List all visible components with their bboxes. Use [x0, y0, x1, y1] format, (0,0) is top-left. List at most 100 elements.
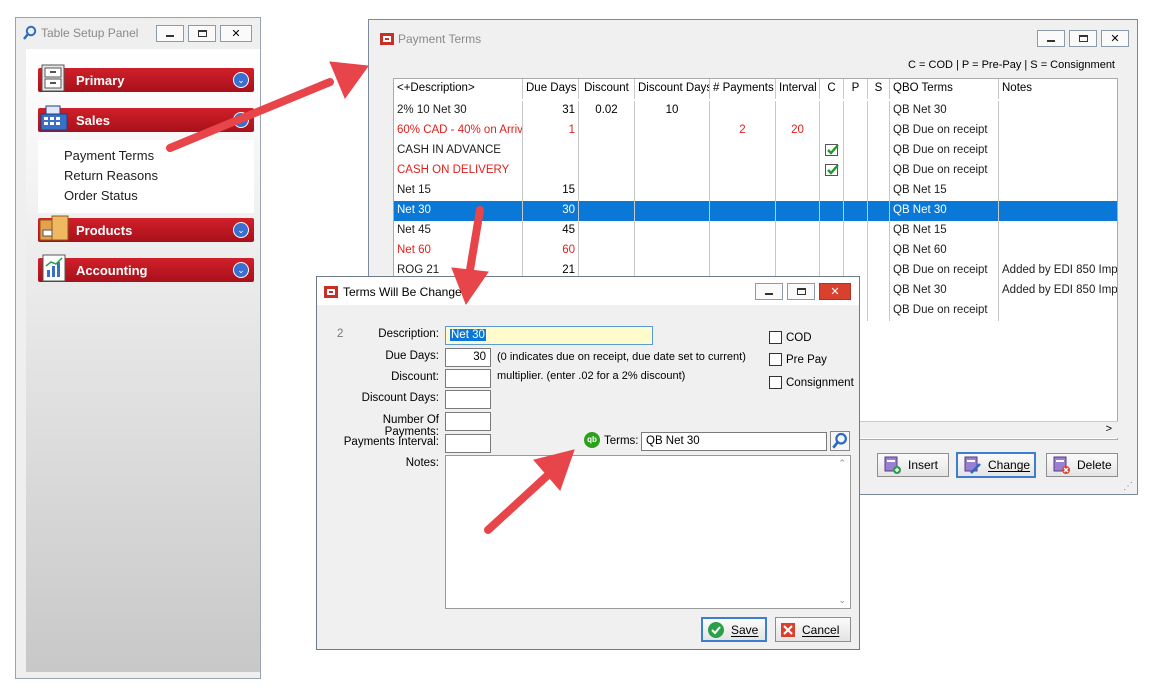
table-cell [999, 181, 1117, 201]
scroll-down-icon[interactable]: ⌄ [838, 595, 846, 606]
table-row[interactable]: 2% 10 Net 30 31 0.02 10 QB Net 30 [394, 101, 1117, 121]
table-cell: QB Net 60 [890, 241, 999, 261]
table-row[interactable]: Net 60 60 QB Net 60 [394, 241, 1117, 261]
table-cell [868, 161, 890, 181]
table-cell: 30 [523, 201, 579, 221]
chevron-down-icon[interactable]: ⌄ [233, 72, 249, 88]
maximize-button[interactable] [787, 283, 815, 300]
sales-item-payment-terms[interactable]: Payment Terms [64, 148, 154, 163]
table-cell [868, 241, 890, 261]
category-primary[interactable]: Primary ⌄ [38, 64, 254, 92]
column-header[interactable]: # Payments [710, 79, 776, 99]
sales-item-order-status[interactable]: Order Status [64, 188, 138, 203]
discount-days-input[interactable] [445, 390, 491, 409]
cod-label: COD [786, 332, 812, 344]
discount-input[interactable] [445, 369, 491, 388]
button-label: Cancel [802, 622, 840, 637]
chart-report-icon [42, 254, 66, 282]
table-row[interactable]: CASH IN ADVANCE QB Due on receipt [394, 141, 1117, 161]
maximize-button[interactable] [188, 25, 216, 42]
sales-item-return-reasons[interactable]: Return Reasons [64, 168, 158, 183]
search-icon [832, 432, 847, 449]
maximize-button[interactable] [1069, 30, 1097, 47]
table-cell: QB Net 15 [890, 221, 999, 241]
column-header[interactable]: Due Days [523, 79, 579, 99]
table-cell [868, 141, 890, 161]
close-button[interactable]: ✕ [1101, 30, 1129, 47]
table-cell [844, 201, 868, 221]
notes-textarea[interactable]: ⌃ ⌄ [445, 455, 851, 609]
terms-input[interactable]: QB Net 30 [641, 432, 827, 451]
category-sales[interactable]: Sales ⌃ [38, 105, 254, 132]
quickbooks-icon: qb [584, 432, 600, 448]
checkbox-checked-icon [825, 144, 839, 156]
table-cell [868, 221, 890, 241]
cod-checkbox[interactable] [769, 331, 782, 344]
chevron-down-icon[interactable]: ⌄ [233, 262, 249, 278]
category-products[interactable]: Products ⌄ [38, 215, 254, 242]
due-days-hint: (0 indicates due on receipt, due date se… [497, 351, 746, 363]
table-cell: 31 [523, 101, 579, 121]
number-of-payments-label: Number Of Payments: [382, 414, 439, 438]
column-header[interactable]: Interval [776, 79, 820, 99]
close-button[interactable]: ✕ [819, 283, 851, 300]
description-input[interactable]: Net 30 [445, 326, 653, 345]
terms-lookup-button[interactable] [830, 431, 850, 451]
scroll-up-icon[interactable]: ⌃ [838, 458, 846, 469]
search-icon [23, 25, 37, 40]
table-row[interactable]: CASH ON DELIVERY QB Due on receipt [394, 161, 1117, 181]
column-header[interactable]: Discount Days [635, 79, 710, 99]
payments-interval-input[interactable] [445, 434, 491, 453]
column-header[interactable]: C [820, 79, 844, 99]
table-cell [820, 141, 844, 161]
maximize-icon [796, 288, 806, 295]
consignment-checkbox[interactable] [769, 376, 782, 389]
terms-label: Terms: [604, 435, 639, 447]
delete-button[interactable]: Delete [1046, 453, 1118, 477]
minimize-icon [166, 35, 174, 37]
save-button[interactable]: Save [701, 617, 767, 642]
column-header[interactable]: <+Description> [394, 79, 523, 99]
title-bar[interactable]: Payment Terms ✕ [369, 20, 1137, 50]
table-cell [820, 221, 844, 241]
title-bar[interactable]: Table Setup Panel ✕ [16, 18, 260, 48]
minimize-button[interactable] [156, 25, 184, 42]
chevron-up-icon[interactable]: ⌃ [233, 112, 249, 128]
scroll-right-icon[interactable]: > [1106, 423, 1112, 435]
table-row[interactable]: 60% CAD - 40% on Arrival 1 2 20 QB Due on re… [394, 121, 1117, 141]
change-button[interactable]: Change [956, 452, 1036, 478]
table-cell [579, 241, 635, 261]
title-bar[interactable]: Terms Will Be Changed ✕ [317, 277, 859, 305]
category-accounting[interactable]: Accounting ⌄ [38, 254, 254, 282]
payments-interval-label: Payments Interval: [343, 436, 439, 448]
number-of-payments-input[interactable] [445, 412, 491, 431]
column-header[interactable]: S [868, 79, 890, 99]
close-button[interactable]: ✕ [220, 25, 252, 42]
resize-grip-icon[interactable]: ⋰ [1123, 481, 1133, 492]
chevron-down-icon[interactable]: ⌄ [233, 222, 249, 238]
table-cell [820, 201, 844, 221]
table-row[interactable]: Net 15 15 QB Net 15 [394, 181, 1117, 201]
table-row[interactable]: Net 30 30 QB Net 30 [394, 201, 1117, 221]
minimize-button[interactable] [755, 283, 783, 300]
table-cell: Added by EDI 850 Impor [999, 281, 1117, 301]
due-days-input[interactable]: 30 [445, 348, 491, 367]
insert-button[interactable]: Insert [877, 453, 949, 477]
table-cell [776, 241, 820, 261]
table-cell [579, 161, 635, 181]
table-cell [868, 181, 890, 201]
table-cell [999, 121, 1117, 141]
table-row[interactable]: Net 45 45 QB Net 15 [394, 221, 1117, 241]
column-header[interactable]: QBO Terms [890, 79, 999, 99]
table-cell [635, 181, 710, 201]
table-cell [820, 241, 844, 261]
minimize-button[interactable] [1037, 30, 1065, 47]
column-header[interactable]: Notes [999, 79, 1117, 99]
cancel-button[interactable]: Cancel [775, 617, 851, 642]
table-cell [635, 221, 710, 241]
column-header[interactable]: Discount [579, 79, 635, 99]
column-header[interactable]: P [844, 79, 868, 99]
due-days-label: Due Days: [385, 350, 439, 362]
prepay-checkbox[interactable] [769, 353, 782, 366]
table-cell [868, 301, 890, 321]
